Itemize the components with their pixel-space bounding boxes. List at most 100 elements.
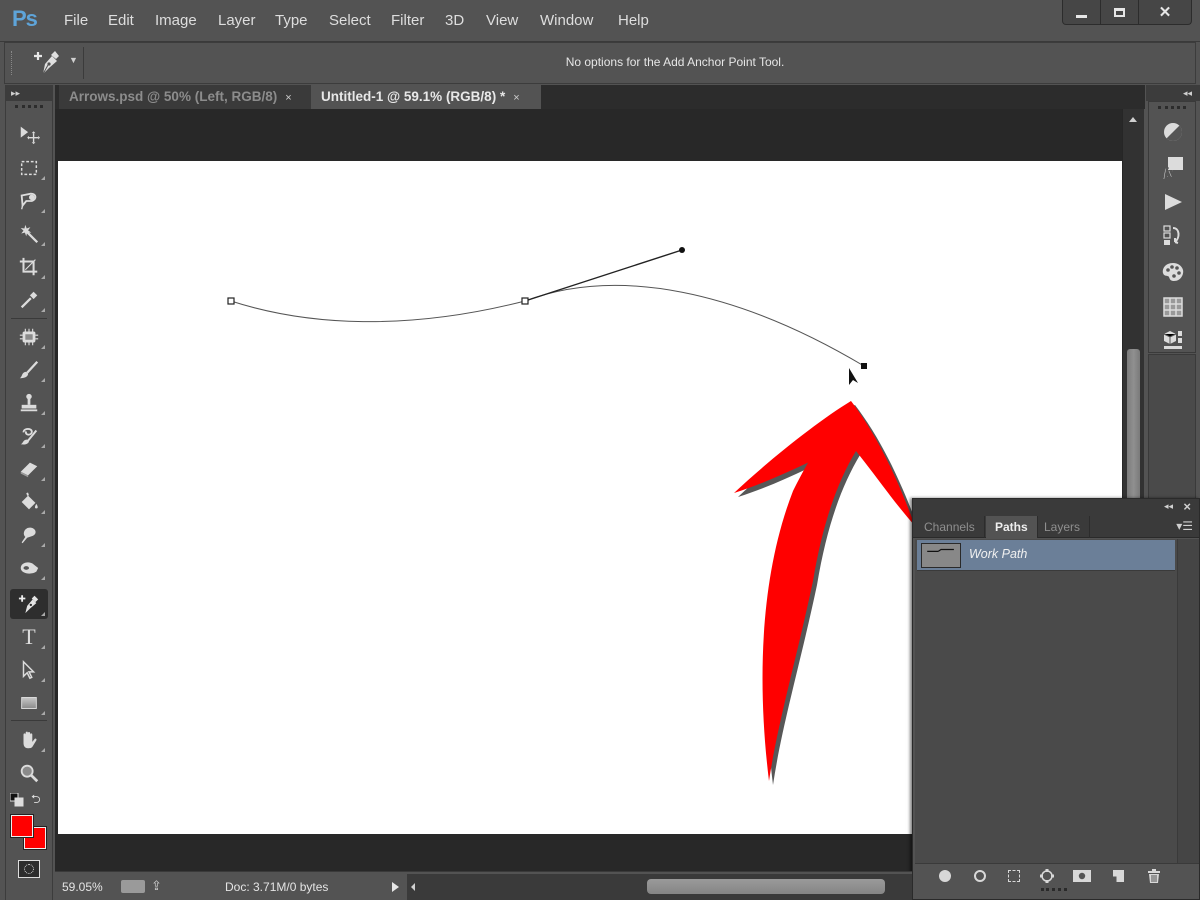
paint-bucket-tool[interactable] xyxy=(10,487,48,517)
share-icon[interactable]: ⇪ xyxy=(151,878,162,894)
anchor-point-end[interactable] xyxy=(861,363,867,369)
healing-brush-tool[interactable] xyxy=(10,322,48,352)
clone-stamp-tool[interactable] xyxy=(10,388,48,418)
status-settings-icon[interactable] xyxy=(121,880,145,893)
swap-colors-icon[interactable]: ⮌ xyxy=(31,790,41,811)
menu-3d[interactable]: 3D xyxy=(445,12,464,29)
marquee-tool[interactable] xyxy=(10,153,48,183)
minimize-button[interactable] xyxy=(1063,0,1102,24)
menu-window[interactable]: Window xyxy=(540,12,593,29)
eyedropper-icon xyxy=(20,291,38,309)
toolbar-grip[interactable] xyxy=(15,105,43,113)
tab-arrows-psd[interactable]: Arrows.psd @ 50% (Left, RGB/8) × xyxy=(59,85,311,109)
quick-mask-button[interactable] xyxy=(18,860,40,878)
menu-image[interactable]: Image xyxy=(155,12,197,29)
horizontal-scroll-thumb[interactable] xyxy=(647,879,885,894)
eraser-tool[interactable] xyxy=(10,454,48,484)
path-thumbnail xyxy=(921,543,961,568)
add-mask-icon xyxy=(1073,870,1091,882)
path-thumbnail-icon xyxy=(927,548,954,552)
zoom-tool[interactable] xyxy=(10,758,48,788)
direction-handle[interactable] xyxy=(679,247,685,253)
work-path-segment-2[interactable] xyxy=(524,284,865,367)
brush-tool[interactable] xyxy=(10,355,48,385)
scroll-left-arrow-icon[interactable] xyxy=(411,883,415,891)
lasso-tool[interactable] xyxy=(10,186,48,216)
hand-icon xyxy=(23,731,37,749)
menu-layer[interactable]: Layer xyxy=(218,12,256,29)
adjustments-panel-button[interactable] xyxy=(1159,118,1187,146)
magic-wand-tool[interactable] xyxy=(10,219,48,249)
menu-edit[interactable]: Edit xyxy=(108,12,134,29)
menu-select[interactable]: Select xyxy=(329,12,371,29)
close-icon[interactable]: × xyxy=(513,92,519,104)
add-anchor-point-tool[interactable] xyxy=(10,589,48,619)
make-work-path-button[interactable] xyxy=(1037,868,1057,884)
dodge-tool[interactable] xyxy=(10,553,48,583)
close-button[interactable]: ✕ xyxy=(1139,0,1191,24)
load-selection-button[interactable] xyxy=(1004,868,1024,884)
default-colors-icon[interactable] xyxy=(10,793,24,807)
direction-line xyxy=(524,249,683,302)
move-tool[interactable] xyxy=(10,119,48,149)
rectangle-tool[interactable] xyxy=(10,688,48,718)
paint-bucket-icon xyxy=(21,492,38,510)
path-selection-tool[interactable] xyxy=(10,655,48,685)
menu-type[interactable]: Type xyxy=(275,12,308,29)
menu-file[interactable]: File xyxy=(64,12,88,29)
panel-dock: fx xyxy=(1148,101,1196,353)
eyedropper-tool[interactable] xyxy=(10,285,48,315)
close-icon[interactable]: × xyxy=(285,92,291,104)
3d-panel-button[interactable] xyxy=(1159,326,1187,354)
document-tabs: Arrows.psd @ 50% (Left, RGB/8) × Untitled… xyxy=(55,85,1145,109)
crop-tool[interactable] xyxy=(10,252,48,282)
grid-panel-button[interactable] xyxy=(1159,293,1187,321)
delete-path-button[interactable] xyxy=(1144,868,1164,884)
fill-path-button[interactable] xyxy=(935,868,955,884)
tab-layers[interactable]: Layers xyxy=(1035,516,1091,538)
panel-menu-icon[interactable]: ▾☰ xyxy=(1176,519,1193,533)
add-mask-button[interactable] xyxy=(1072,868,1092,884)
menu-filter[interactable]: Filter xyxy=(391,12,424,29)
horizontal-scrollbar[interactable] xyxy=(407,874,912,900)
dock-grip[interactable] xyxy=(1158,106,1186,114)
3d-icon xyxy=(1163,331,1182,349)
scroll-up-arrow-icon[interactable] xyxy=(1129,117,1137,122)
healing-brush-icon xyxy=(19,328,39,346)
panel-close-button[interactable]: × xyxy=(1183,499,1191,514)
dock-collapse-button[interactable]: ◂◂ xyxy=(1146,85,1200,101)
tab-label: Arrows.psd @ 50% (Left, RGB/8) xyxy=(69,89,278,104)
zoom-level[interactable]: 59.05% xyxy=(62,880,103,894)
stamp-icon xyxy=(20,393,38,412)
toolbar-collapse-button[interactable]: ▸▸ xyxy=(5,85,53,101)
type-tool[interactable]: T xyxy=(10,622,48,652)
anchor-point-start[interactable] xyxy=(227,297,235,305)
menu-view[interactable]: View xyxy=(486,12,518,29)
tab-untitled-1[interactable]: Untitled-1 @ 59.1% (RGB/8) * × xyxy=(311,85,541,109)
swatches-panel-button[interactable] xyxy=(1159,258,1187,286)
panel-titlebar[interactable]: ◂◂ × xyxy=(913,499,1199,516)
paths-list: Work Path xyxy=(915,539,1177,864)
status-menu-arrow-icon[interactable] xyxy=(392,882,399,892)
menu-help[interactable]: Help xyxy=(618,12,649,29)
eraser-icon xyxy=(20,462,38,478)
tab-paths[interactable]: Paths xyxy=(986,516,1038,538)
anchor-point-middle[interactable] xyxy=(521,297,529,305)
smudge-tool[interactable] xyxy=(10,520,48,550)
styles-panel-button[interactable]: fx xyxy=(1159,153,1187,181)
path-item-work-path[interactable]: Work Path xyxy=(917,540,1175,571)
foreground-color-swatch[interactable] xyxy=(11,815,33,837)
panel-resize-grip[interactable] xyxy=(1041,888,1067,894)
tab-channels[interactable]: Channels xyxy=(915,516,985,538)
panel-scrollbar[interactable] xyxy=(1177,539,1199,864)
panel-collapse-button[interactable]: ◂◂ xyxy=(1164,501,1173,512)
crop-icon xyxy=(19,257,38,276)
hand-tool[interactable] xyxy=(10,725,48,755)
history-panel-button[interactable] xyxy=(1159,222,1187,250)
maximize-button[interactable] xyxy=(1101,0,1140,24)
new-path-button[interactable] xyxy=(1108,868,1128,884)
stroke-path-button[interactable] xyxy=(970,868,990,884)
actions-panel-button[interactable] xyxy=(1159,188,1187,216)
history-brush-tool[interactable] xyxy=(10,421,48,451)
work-path-segment-1[interactable] xyxy=(230,300,526,323)
